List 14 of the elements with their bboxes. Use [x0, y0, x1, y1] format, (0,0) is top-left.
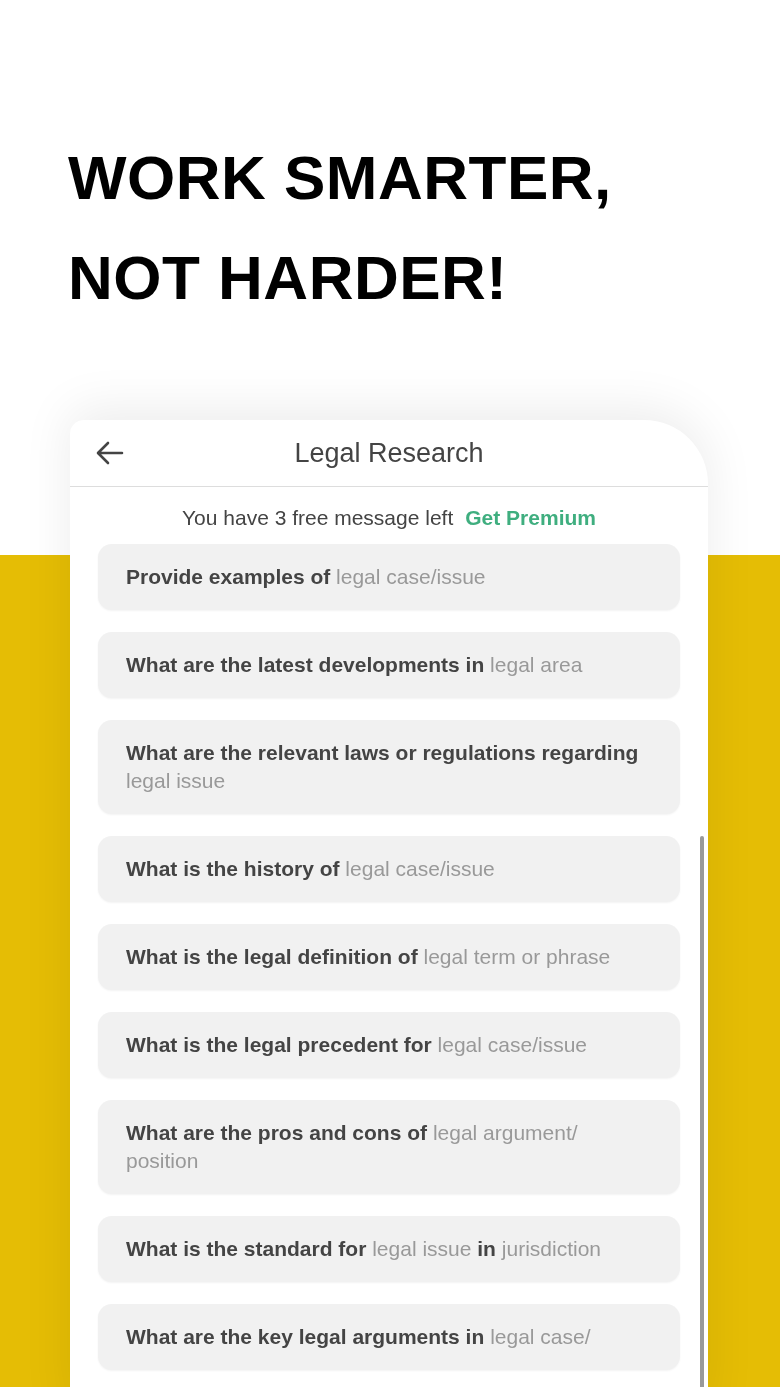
prompt-suggestion[interactable]: What are the latest developments in legal area — [98, 632, 680, 698]
headline-line: NOT HARDER! — [68, 242, 508, 314]
prompt-suggestion[interactable]: What is the legal precedent for legal case/issue — [98, 1012, 680, 1078]
free-message-notice: You have 3 free message left — [182, 506, 454, 530]
screen-title: Legal Research — [293, 437, 485, 469]
prompt-suggestion[interactable]: What are the relevant laws or regulations regarding legal issue — [98, 720, 680, 814]
prompt-suggestion[interactable]: What are the key legal arguments in legal case/ — [98, 1304, 680, 1370]
prompt-suggestion[interactable]: What is the legal definition of legal term or phrase — [98, 924, 680, 990]
back-arrow-icon[interactable] — [96, 441, 124, 465]
prompt-suggestion[interactable]: What are the pros and cons of legal argument/ position — [98, 1100, 680, 1194]
prompt-suggestion[interactable]: What is the standard for legal issue in jurisdiction — [98, 1216, 680, 1282]
headline-line: WORK SMARTER, — [68, 142, 612, 214]
prompt-suggestion[interactable]: Provide examples of legal case/issue — [98, 544, 680, 610]
prompt-suggestion[interactable]: What is the history of legal case/issue — [98, 836, 680, 902]
